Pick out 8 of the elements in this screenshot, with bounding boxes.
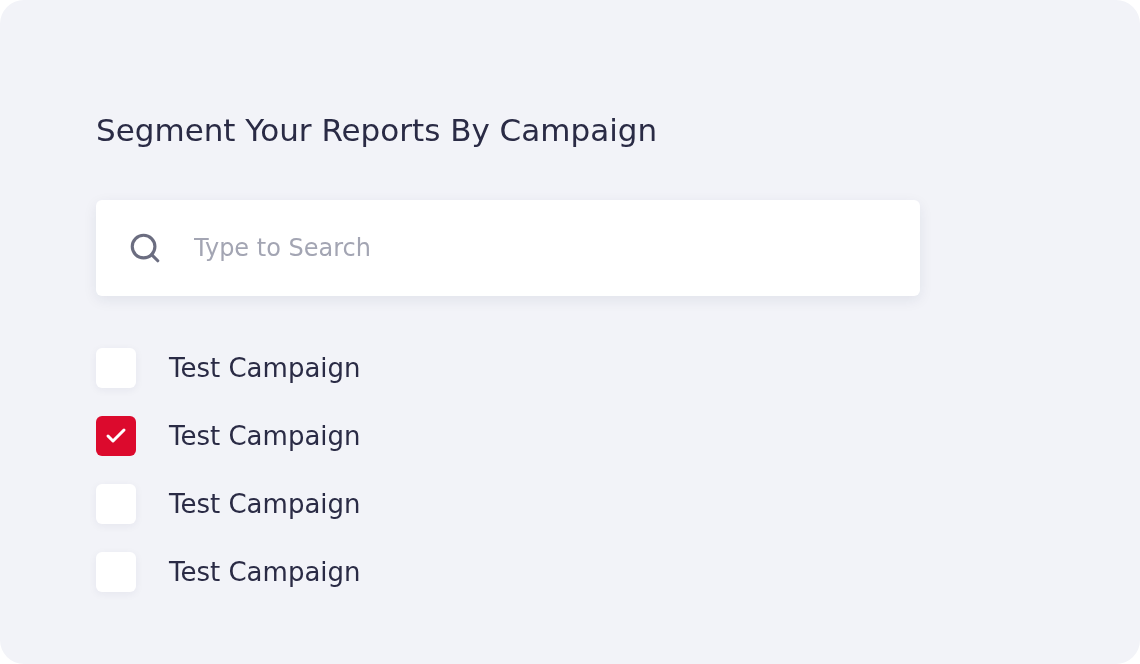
- campaign-label: Test Campaign: [169, 555, 361, 589]
- section-title: Segment Your Reports By Campaign: [96, 111, 658, 150]
- campaign-label: Test Campaign: [169, 351, 361, 385]
- search-field[interactable]: Type to Search: [96, 200, 920, 296]
- campaign-label: Test Campaign: [169, 419, 361, 453]
- checkbox[interactable]: [96, 416, 136, 456]
- campaign-label: Test Campaign: [169, 487, 361, 521]
- search-icon: [128, 231, 162, 265]
